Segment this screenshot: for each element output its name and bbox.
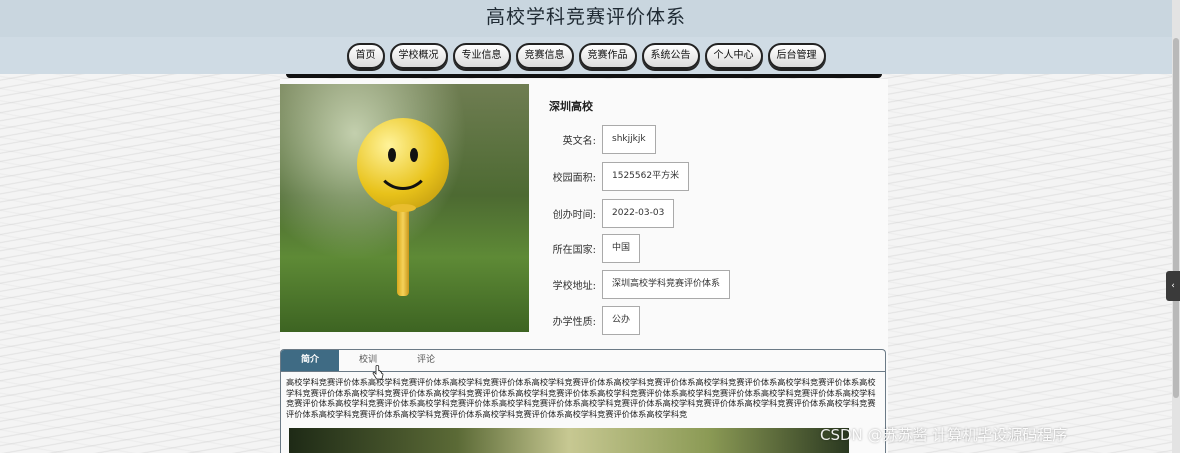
golf-ball-graphic bbox=[357, 118, 449, 210]
nav-item-majors[interactable]: 专业信息 bbox=[452, 42, 511, 69]
field-campus-area: 校园面积: 1525562平方米 bbox=[540, 161, 690, 191]
golf-tee-graphic bbox=[397, 208, 409, 296]
field-value: 中国 bbox=[602, 233, 641, 263]
nav-item-announcements[interactable]: 系统公告 bbox=[641, 42, 700, 69]
field-value: 公办 bbox=[602, 305, 641, 335]
scrollbar-thumb[interactable] bbox=[1173, 38, 1179, 398]
school-name: 深圳高校 bbox=[549, 100, 593, 113]
tab-motto[interactable]: 校训 bbox=[339, 350, 397, 371]
field-address: 学校地址: 深圳高校学科竞赛评价体系 bbox=[540, 269, 731, 299]
introduction-image bbox=[289, 428, 849, 453]
field-school-type: 办学性质: 公办 bbox=[540, 305, 641, 335]
field-label: 办学性质: bbox=[552, 316, 596, 328]
hand-pointer-icon bbox=[372, 365, 384, 380]
field-label: 英文名: bbox=[562, 135, 596, 147]
field-english-name: 英文名: shkjjkjk bbox=[540, 124, 656, 154]
field-value: 1525562平方米 bbox=[602, 161, 690, 191]
chevron-left-icon[interactable]: ‹ bbox=[1166, 271, 1180, 301]
detail-tabs: 简介 校训 评论 高校学科竞赛评价体系高校学科竞赛评价体系高校学科竞赛评价体系高… bbox=[280, 349, 886, 453]
field-label: 所在国家: bbox=[552, 244, 596, 256]
field-founded-date: 创办时间: 2022-03-03 bbox=[540, 198, 675, 228]
main-nav: 首页 学校概况 专业信息 竞赛信息 竞赛作品 系统公告 个人中心 后台管理 bbox=[0, 37, 1172, 74]
nav-item-admin[interactable]: 后台管理 bbox=[767, 42, 826, 69]
field-label: 校园面积: bbox=[552, 172, 596, 184]
field-value: 2022-03-03 bbox=[602, 198, 675, 228]
field-value: 深圳高校学科竞赛评价体系 bbox=[602, 269, 731, 299]
school-photo bbox=[280, 84, 529, 332]
site-title: 高校学科竞赛评价体系 bbox=[485, 6, 686, 28]
field-country: 所在国家: 中国 bbox=[540, 233, 641, 263]
field-label: 学校地址: bbox=[552, 280, 596, 292]
nav-item-school-overview[interactable]: 学校概况 bbox=[389, 42, 448, 69]
nav-divider bbox=[286, 74, 882, 78]
nav-item-personal-center[interactable]: 个人中心 bbox=[704, 42, 763, 69]
page-scrollbar[interactable] bbox=[1172, 0, 1180, 453]
field-label: 创办时间: bbox=[552, 209, 596, 221]
tab-comments[interactable]: 评论 bbox=[397, 350, 455, 371]
nav-item-home[interactable]: 首页 bbox=[346, 42, 385, 69]
field-value: shkjjkjk bbox=[602, 124, 656, 154]
nav-item-competitions[interactable]: 竞赛信息 bbox=[515, 42, 574, 69]
school-detail: 深圳高校 英文名: shkjjkjk 校园面积: 1525562平方米 创办时间… bbox=[280, 79, 888, 453]
watermark: CSDN @苏苏酱 计算机毕设源码程序 bbox=[820, 426, 1068, 444]
site-header: 高校学科竞赛评价体系 bbox=[0, 0, 1172, 37]
nav-item-works[interactable]: 竞赛作品 bbox=[578, 42, 637, 69]
tab-introduction[interactable]: 简介 bbox=[281, 350, 339, 371]
